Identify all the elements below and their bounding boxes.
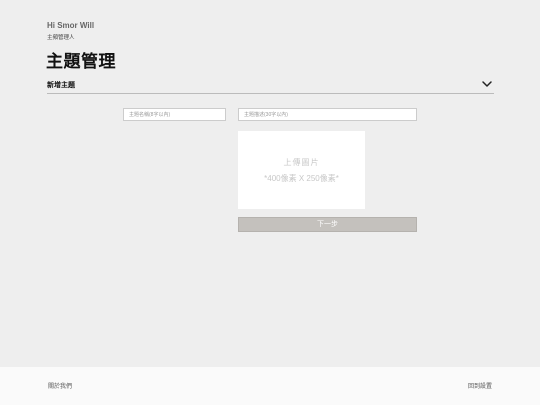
footer: 關於我們 回到設置 <box>0 367 540 405</box>
add-theme-section-header[interactable]: 新增主題 <box>47 78 494 94</box>
theme-name-input[interactable] <box>123 108 226 121</box>
add-theme-label: 新增主題 <box>47 82 75 89</box>
user-greeting: Hi Smor Will <box>47 21 95 30</box>
upload-image-label: 上傳圖片 <box>283 158 320 167</box>
about-us-link[interactable]: 關於我們 <box>48 381 72 390</box>
page-title: 主題管理 <box>46 52 116 71</box>
upload-size-hint: *400像素 X 250像素* <box>264 174 339 183</box>
page: Hi Smor Will 主頻管理人 主題管理 新增主題 上傳圖片 *400像素… <box>0 0 540 405</box>
user-role: 主頻管理人 <box>47 35 75 41</box>
theme-description-input[interactable] <box>238 108 417 121</box>
next-step-button[interactable]: 下一步 <box>238 217 417 232</box>
back-to-settings-link[interactable]: 回到設置 <box>468 381 492 390</box>
next-step-label: 下一步 <box>317 221 338 228</box>
chevron-down-icon[interactable] <box>481 78 493 90</box>
image-upload-area[interactable]: 上傳圖片 *400像素 X 250像素* <box>238 131 365 209</box>
